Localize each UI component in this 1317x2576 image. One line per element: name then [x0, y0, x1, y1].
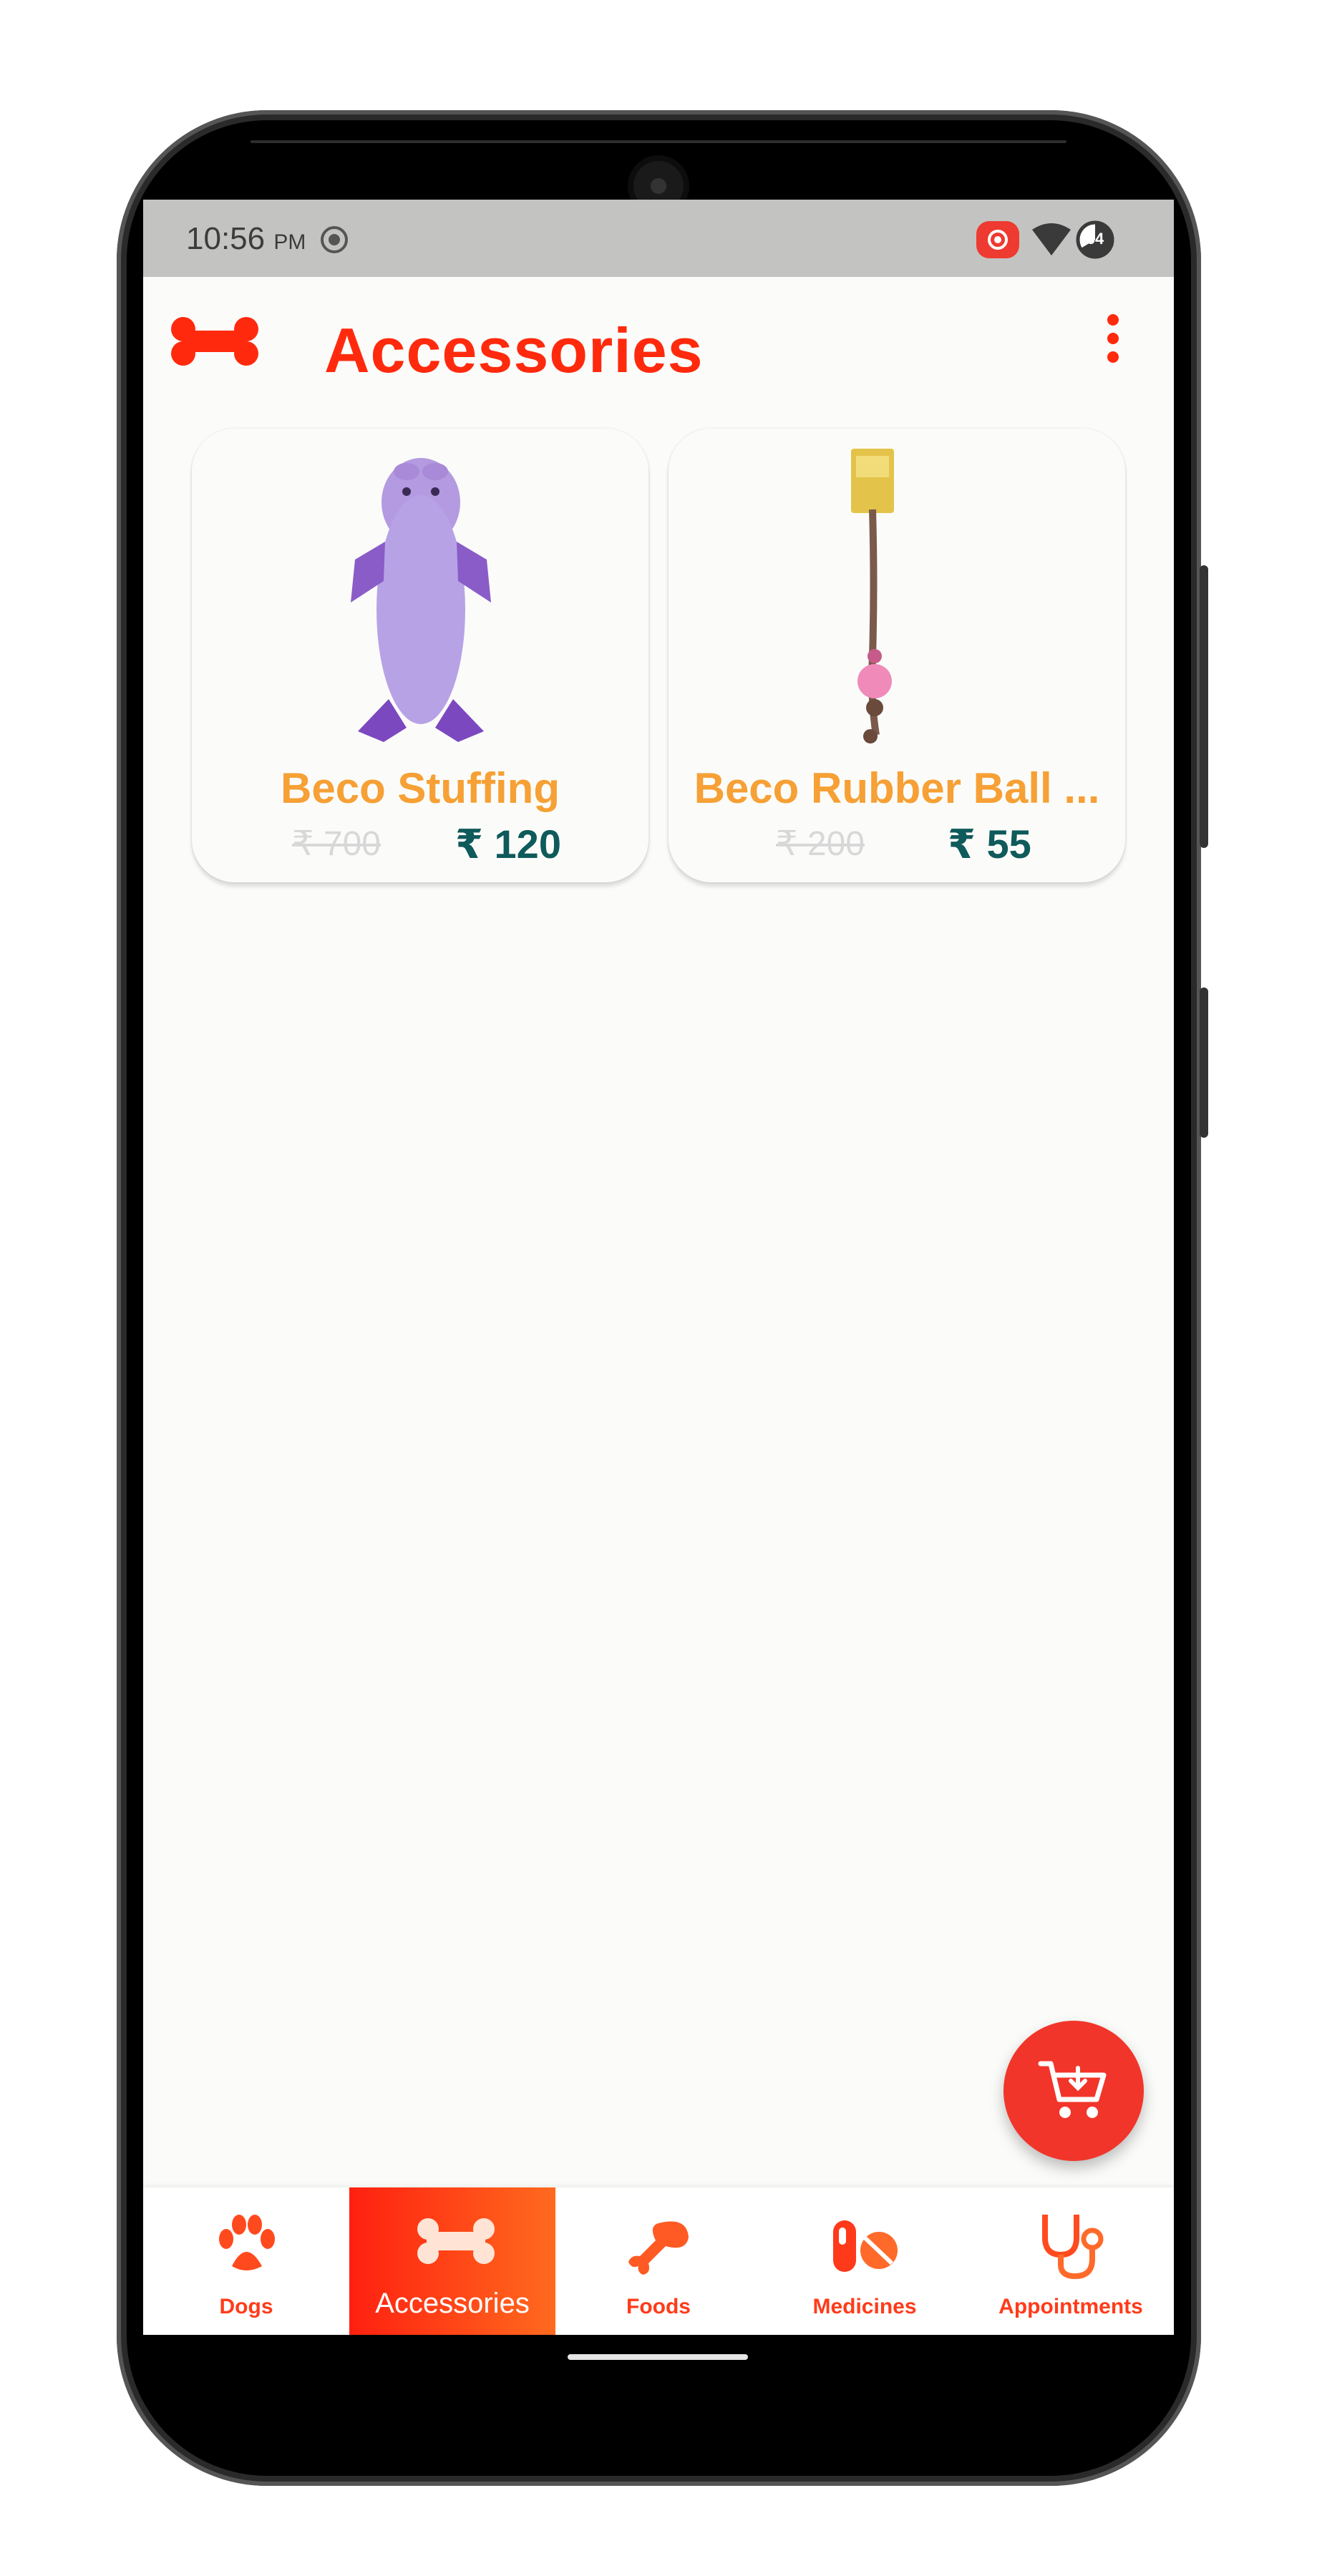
- pills-icon: [829, 2209, 900, 2280]
- product-card[interactable]: Beco Stuffing ₹ 700 ₹ 120: [192, 429, 648, 882]
- status-time-value: 10:56: [186, 221, 266, 256]
- screen-record-icon: [319, 224, 350, 259]
- power-button: [1200, 987, 1208, 1138]
- cart-fab-button[interactable]: [1003, 2021, 1144, 2161]
- cast-recording-icon: [975, 220, 1021, 263]
- nav-label: Foods: [626, 2295, 691, 2318]
- plush-toy-image: [192, 441, 648, 756]
- page-title: Accessories: [324, 315, 704, 386]
- product-price: ₹ 120: [455, 821, 561, 867]
- nav-label: Accessories: [375, 2288, 530, 2319]
- nav-label: Medicines: [812, 2295, 917, 2318]
- battery-icon: 64: [1075, 220, 1115, 263]
- nav-item-appointments[interactable]: Appointments: [968, 2187, 1174, 2335]
- status-ampm: PM: [273, 230, 306, 254]
- paw-icon: [210, 2209, 282, 2280]
- bone-icon: [417, 2216, 495, 2288]
- drumstick-icon: [623, 2209, 694, 2280]
- app-bar: Accessories: [143, 277, 1174, 399]
- app-screen: 10:56 PM 64 Accessories Beco Stuffing ₹ …: [143, 200, 1174, 2335]
- battery-level: 64: [1086, 230, 1104, 248]
- rope-ball-toy-image: [669, 441, 1125, 756]
- wifi-icon: [1031, 223, 1072, 260]
- nav-item-medicines[interactable]: Medicines: [762, 2187, 968, 2335]
- product-name: Beco Rubber Ball ...: [694, 764, 1100, 812]
- product-card[interactable]: Beco Rubber Ball ... ₹ 200 ₹ 55: [669, 429, 1125, 882]
- nav-item-foods[interactable]: Foods: [555, 2187, 762, 2335]
- nav-label: Appointments: [998, 2295, 1143, 2318]
- product-old-price: ₹ 700: [292, 825, 381, 863]
- product-name: Beco Stuffing: [281, 764, 560, 812]
- nav-item-accessories[interactable]: Accessories: [349, 2187, 555, 2335]
- nav-label: Dogs: [219, 2295, 273, 2318]
- bottom-navigation: Dogs Accessories Foods Medicines Appoint…: [143, 2187, 1174, 2335]
- earpiece-speaker: [251, 140, 1066, 143]
- status-bar: 10:56 PM 64: [143, 200, 1174, 277]
- volume-button: [1200, 565, 1208, 848]
- product-old-price: ₹ 200: [776, 825, 865, 863]
- bone-logo-icon[interactable]: [170, 316, 259, 370]
- home-indicator[interactable]: [568, 2354, 748, 2360]
- overflow-menu-icon[interactable]: [1102, 314, 1124, 371]
- nav-item-dogs[interactable]: Dogs: [143, 2187, 349, 2335]
- status-time: 10:56 PM: [186, 221, 306, 257]
- cart-download-icon: [1038, 2058, 1109, 2126]
- product-price: ₹ 55: [948, 821, 1031, 867]
- stethoscope-icon: [1035, 2209, 1107, 2280]
